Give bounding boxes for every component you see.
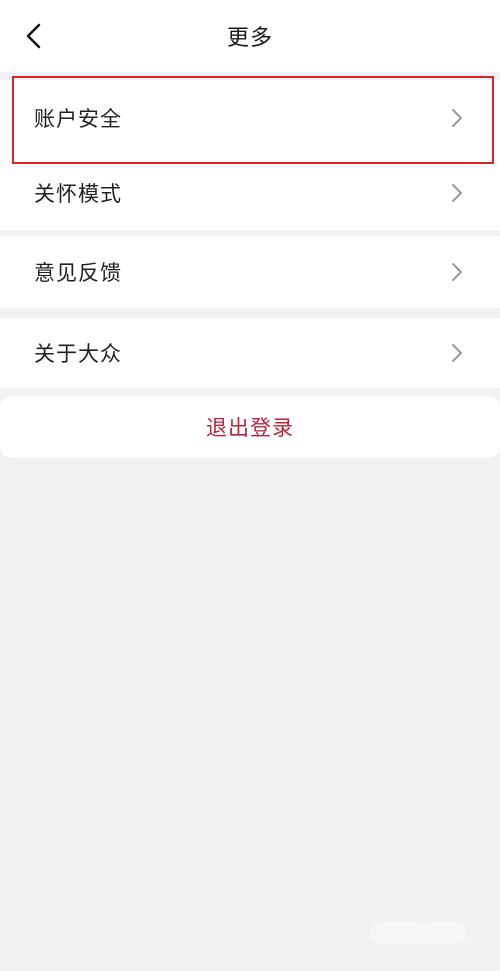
chevron-right-icon [452,263,462,281]
chevron-right-icon [452,109,462,127]
logout-label: 退出登录 [206,416,294,440]
menu-item-account-security[interactable]: 账户安全 [0,80,500,156]
menu-item-care-mode[interactable]: 关怀模式 [0,156,500,230]
menu-item-label: 账户安全 [34,107,122,131]
settings-group-feedback: 意见反馈 [0,236,500,308]
settings-group-account: 账户安全 关怀模式 [0,80,500,230]
menu-item-label: 关于大众 [34,342,122,366]
top-nav-bar: 更多 [0,0,500,72]
page-title: 更多 [226,26,273,51]
logout-button[interactable]: 退出登录 [0,396,500,458]
settings-group-about: 关于大众 [0,318,500,388]
chevron-right-icon [452,344,462,362]
chevron-right-icon [452,184,462,202]
watermark-smudge [420,922,466,944]
menu-item-feedback[interactable]: 意见反馈 [0,236,500,308]
menu-item-label: 意见反馈 [34,261,122,285]
menu-item-about[interactable]: 关于大众 [0,318,500,388]
menu-item-label: 关怀模式 [34,182,122,206]
